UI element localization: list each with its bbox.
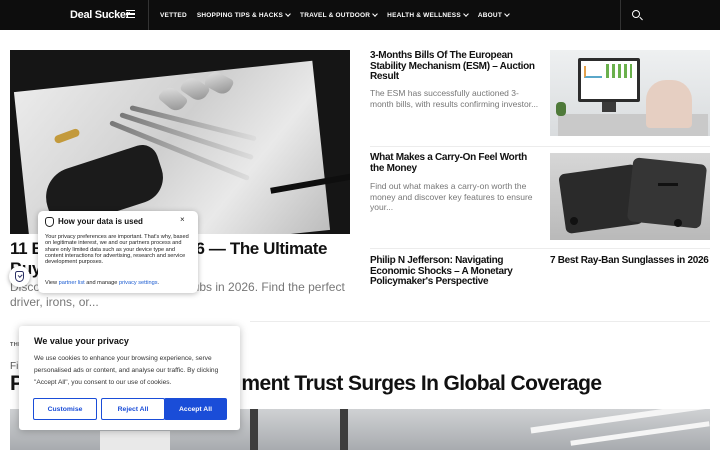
- partner-list-link[interactable]: partner list: [59, 280, 85, 286]
- shield-icon: [45, 217, 54, 227]
- article-thumb-esm[interactable]: [550, 50, 710, 136]
- article-thumb-carry-on[interactable]: [550, 153, 710, 240]
- chevron-down-icon: [504, 11, 510, 17]
- article-title-carry-on[interactable]: What Makes a Carry-On Feel Worth the Mon…: [370, 152, 540, 174]
- section-divider: [250, 321, 710, 322]
- nav-item-about[interactable]: ABOUT: [478, 11, 510, 19]
- close-icon[interactable]: ×: [180, 215, 185, 224]
- header-divider: [148, 0, 149, 30]
- customise-button[interactable]: Customise: [33, 398, 97, 420]
- header-divider: [620, 0, 621, 30]
- privacy-popup-body: Your privacy preferences are important. …: [45, 234, 189, 266]
- nav-item-travel-outdoor[interactable]: TRAVEL & OUTDOOR: [300, 11, 379, 19]
- chevron-down-icon: [463, 11, 469, 17]
- hamburger-icon[interactable]: [126, 10, 135, 18]
- article-divider: [370, 248, 710, 249]
- site-header: Deal Sucker VETTED SHOPPING TIPS & HACKS…: [0, 0, 720, 30]
- article-divider: [370, 146, 710, 147]
- chevron-down-icon: [372, 11, 379, 17]
- nav-item-shopping-tips[interactable]: SHOPPING TIPS & HACKS: [197, 11, 291, 19]
- cookie-banner-title: We value your privacy: [34, 336, 129, 346]
- hero-image-golf[interactable]: [10, 50, 350, 234]
- privacy-settings-link[interactable]: privacy settings: [119, 280, 158, 286]
- cookie-banner-text: We use cookies to enhance your browsing …: [34, 355, 219, 386]
- lower-title-fragment: Fi: [10, 361, 19, 372]
- privacy-popup-links: View partner list and manage privacy set…: [45, 280, 160, 286]
- site-logo[interactable]: Deal Sucker: [70, 0, 130, 30]
- article-excerpt-esm: The ESM has successfully auctioned 3-mon…: [370, 88, 539, 109]
- reject-all-button[interactable]: Reject All: [101, 398, 165, 420]
- accept-all-button[interactable]: Accept All: [164, 398, 227, 420]
- main-nav: VETTED SHOPPING TIPS & HACKS TRAVEL & OU…: [160, 0, 510, 30]
- privacy-popup: How your data is used × Your privacy pre…: [38, 211, 198, 293]
- privacy-badge[interactable]: [9, 266, 30, 287]
- nav-item-vetted[interactable]: VETTED: [160, 12, 187, 19]
- article-title-ray-ban[interactable]: 7 Best Ray-Ban Sunglasses in 2026: [550, 255, 710, 267]
- article-title-esm[interactable]: 3-Months Bills Of The European Stability…: [370, 50, 540, 83]
- nav-item-health-wellness[interactable]: HEALTH & WELLNESS: [387, 11, 469, 19]
- search-icon[interactable]: [631, 9, 643, 21]
- article-title-jefferson[interactable]: Philip N Jefferson: Navigating Economic …: [370, 255, 540, 288]
- privacy-popup-title: How your data is used: [58, 217, 143, 226]
- article-excerpt-carry-on: Find out what makes a carry-on worth the…: [370, 181, 533, 212]
- cookie-consent-banner: We value your privacy We use cookies to …: [19, 326, 240, 430]
- chevron-down-icon: [285, 11, 291, 17]
